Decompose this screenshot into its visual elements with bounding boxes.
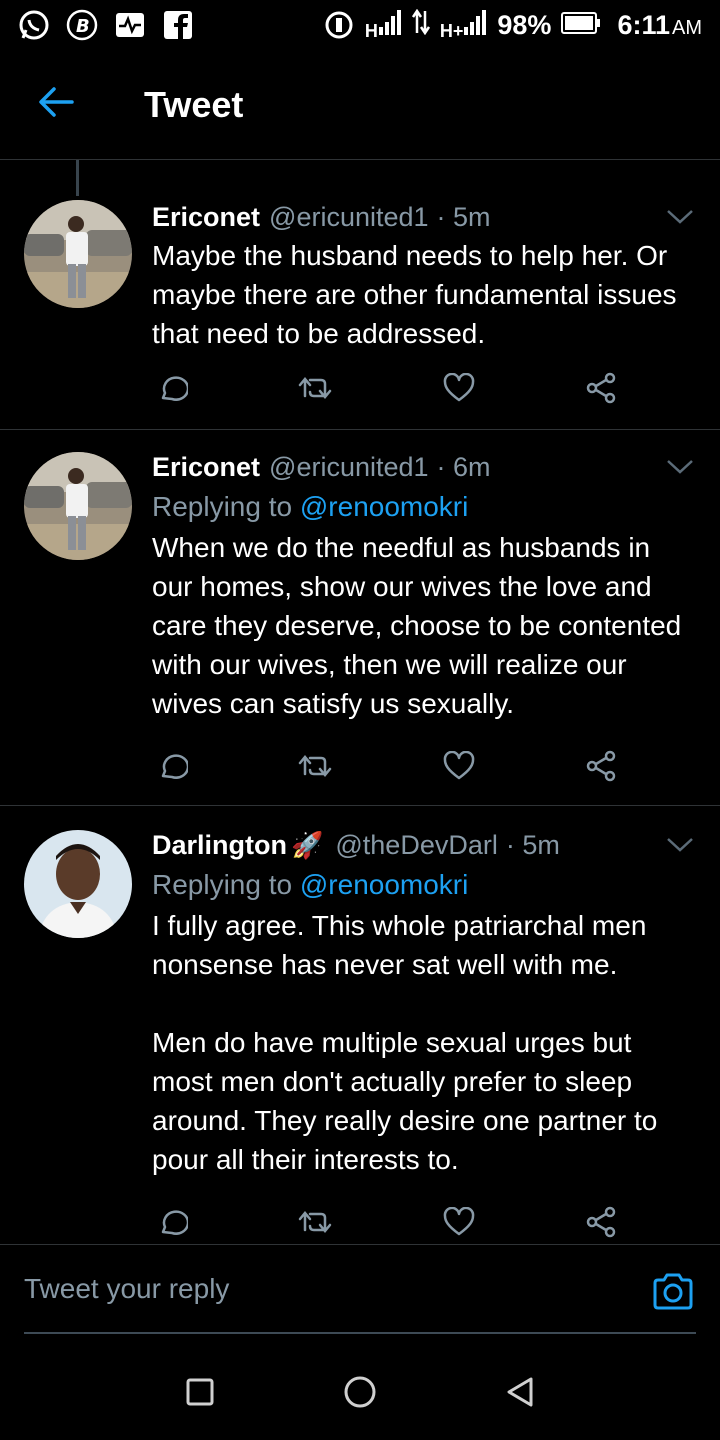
back-nav-button[interactable] — [500, 1372, 540, 1412]
like-heart-icon[interactable] — [439, 1202, 479, 1240]
tweet[interactable]: Darlington 🚀 @theDevDarl · 5m Replying t… — [0, 806, 720, 1244]
replying-to-line: Replying to @renoomokri — [152, 488, 692, 526]
rocket-emoji: 🚀 — [291, 830, 324, 860]
tweet-text: I fully agree. This whole patriarchal me… — [152, 910, 658, 1175]
back-button[interactable] — [0, 50, 112, 160]
top-app-bar: Tweet — [0, 50, 720, 160]
avatar[interactable] — [24, 452, 132, 560]
tweet-timestamp: · 5m — [436, 202, 491, 232]
whatsapp-icon — [18, 9, 50, 41]
author-handle: @ericunited1 — [269, 452, 429, 482]
tweet-timestamp: · 6m — [436, 452, 491, 482]
facebook-icon — [162, 9, 194, 41]
reply-icon[interactable] — [152, 746, 192, 786]
chevron-down-icon[interactable] — [666, 836, 694, 854]
activity-icon — [114, 9, 146, 41]
hotspot-icon — [323, 9, 355, 41]
chevron-down-icon[interactable] — [666, 208, 694, 226]
tweet-text: When we do the needful as husbands in ou… — [152, 532, 690, 719]
author-name[interactable]: Darlington — [152, 828, 287, 862]
reply-icon[interactable] — [152, 368, 192, 408]
mention-link[interactable]: @renoomokri — [300, 869, 468, 900]
divider — [24, 1332, 696, 1334]
network-type-label: H+ — [439, 20, 464, 41]
system-navigation-bar — [0, 1344, 720, 1440]
battery-icon — [561, 10, 601, 41]
reply-icon[interactable] — [152, 1202, 192, 1240]
share-icon[interactable] — [582, 1202, 622, 1240]
clock: 6:11 — [617, 9, 670, 40]
page-title: Tweet — [144, 83, 244, 125]
signal-icon — [378, 9, 402, 42]
author-handle: @ericunited1 — [269, 202, 429, 232]
share-icon[interactable] — [582, 746, 622, 786]
battery-percentage: 98% — [497, 9, 552, 40]
retweet-icon[interactable] — [295, 1202, 335, 1240]
avatar[interactable] — [24, 830, 132, 938]
like-heart-icon[interactable] — [439, 746, 479, 786]
retweet-icon[interactable] — [295, 368, 335, 408]
recent-apps-button[interactable] — [180, 1372, 220, 1412]
status-bar: B H H+ 98% 6:11 AM — [0, 0, 720, 50]
author-handle: @theDevDarl — [335, 830, 498, 860]
tweet-timestamp: · 5m — [505, 830, 560, 860]
like-heart-icon[interactable] — [439, 368, 479, 408]
share-icon[interactable] — [582, 368, 622, 408]
reply-composer-bar: Tweet your reply — [0, 1244, 720, 1334]
signal-icon — [463, 9, 487, 42]
chevron-down-icon[interactable] — [666, 458, 694, 476]
author-name[interactable]: Ericonet — [152, 450, 260, 484]
retweet-icon[interactable] — [295, 746, 335, 786]
tweet-text: Maybe the husband needs to help her. Or … — [152, 240, 685, 349]
avatar[interactable] — [24, 200, 132, 308]
reply-input[interactable]: Tweet your reply — [24, 1273, 229, 1305]
replying-to-label: Replying to — [152, 869, 293, 900]
mention-link[interactable]: @renoomokri — [300, 491, 468, 522]
clock-ampm: AM — [672, 16, 702, 39]
replying-to-label: Replying to — [152, 491, 293, 522]
replying-to-line: Replying to @renoomokri — [152, 866, 692, 904]
home-button[interactable] — [340, 1372, 380, 1412]
data-arrows-icon — [411, 8, 430, 42]
svg-text:B: B — [76, 16, 90, 37]
b-icon: B — [66, 9, 98, 41]
camera-icon[interactable] — [652, 1273, 694, 1313]
tweet[interactable]: Ericonet @ericunited1 · 6m Replying to @… — [0, 430, 720, 806]
author-name[interactable]: Ericonet — [152, 200, 260, 234]
tweet[interactable]: Ericonet @ericunited1 · 5m Maybe the hus… — [0, 160, 720, 430]
network-type-label: H — [364, 20, 378, 41]
arrow-left-icon — [38, 86, 74, 123]
